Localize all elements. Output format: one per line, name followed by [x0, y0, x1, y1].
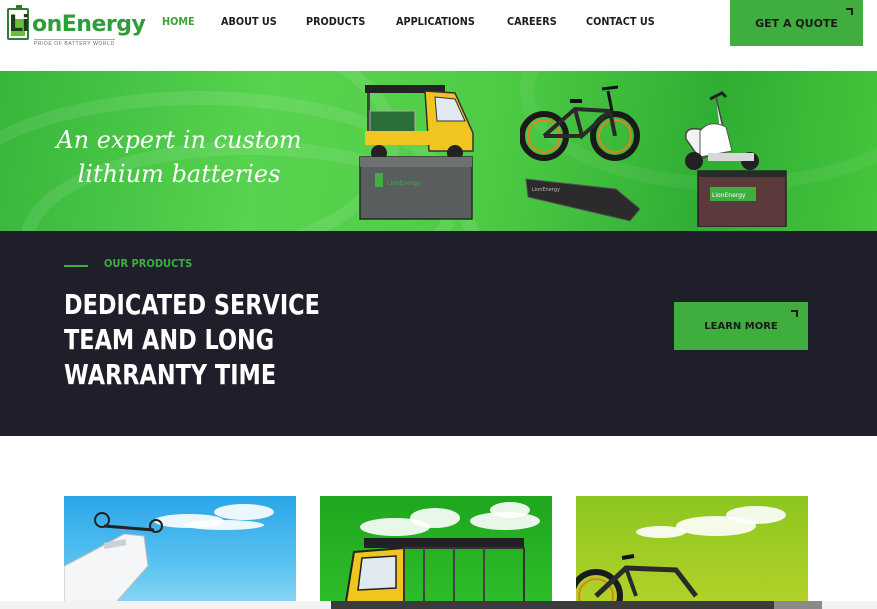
rickshaw-image: [344, 538, 525, 609]
main-nav: HOME ABOUT US PRODUCTS APPLICATIONS CARE…: [162, 15, 686, 28]
battery-label-2: LionEnergy: [532, 187, 560, 193]
site-header: Li onEnergy PRIDE OF BATTERY WORLD HOME …: [0, 0, 877, 70]
brand-logo[interactable]: Li onEnergy PRIDE OF BATTERY WORLD: [7, 4, 146, 47]
product-card-rickshaw[interactable]: [320, 496, 552, 609]
hero-product-scooter: LionEnergy: [685, 91, 787, 227]
headline-line3: WARRANTY TIME: [64, 358, 277, 391]
nav-applications[interactable]: APPLICATIONS: [396, 15, 475, 28]
nav-home[interactable]: HOME: [162, 15, 195, 28]
product-card-ebike[interactable]: [576, 496, 808, 609]
hero-title: An expert in custom lithium batteries: [54, 123, 304, 191]
section-headline: DEDICATED SERVICE TEAM AND LONG WARRANTY…: [64, 287, 320, 392]
nav-products[interactable]: PRODUCTS: [306, 15, 365, 28]
ebike-image: [576, 554, 698, 609]
hero-product-rickshaw: LionEnergy: [359, 85, 474, 220]
hero-title-line2: lithium batteries: [77, 160, 281, 188]
battery-label-3: LionEnergy: [712, 192, 746, 199]
nav-careers[interactable]: CAREERS: [507, 15, 557, 28]
nav-contact-us[interactable]: CONTACT US: [586, 15, 655, 28]
headline-line1: DEDICATED SERVICE: [64, 288, 320, 321]
learn-more-button[interactable]: LEARN MORE: [674, 302, 808, 350]
logo-name: onEnergy: [32, 12, 146, 37]
learn-more-label: LEARN MORE: [704, 320, 778, 332]
logo-tagline: PRIDE OF BATTERY WORLD: [34, 39, 115, 47]
get-quote-button[interactable]: GET A QUOTE: [730, 0, 863, 46]
hero-title-line1: An expert in custom: [56, 126, 302, 154]
hero-banner[interactable]: An expert in custom lithium batteries Li…: [0, 71, 877, 231]
section-eyebrow: OUR PRODUCTS: [104, 257, 193, 270]
product-card-scooter[interactable]: [64, 496, 296, 609]
get-quote-label: GET A QUOTE: [755, 16, 838, 30]
corner-arrow-icon: [791, 310, 798, 317]
scrollbar-thumb[interactable]: [331, 601, 821, 609]
battery-label-1: LionEnergy: [387, 180, 421, 187]
scooter-image: [64, 512, 163, 609]
scrollbar-thumb-secondary[interactable]: [774, 601, 822, 609]
headline-line2: TEAM AND LONG: [64, 323, 275, 356]
logo-prefix: Li: [9, 12, 30, 37]
nav-about-us[interactable]: ABOUT US: [221, 15, 277, 28]
eyebrow-divider: [64, 265, 88, 267]
corner-arrow-icon: [846, 8, 853, 15]
hero-product-ebike: LionEnergy: [520, 85, 641, 222]
